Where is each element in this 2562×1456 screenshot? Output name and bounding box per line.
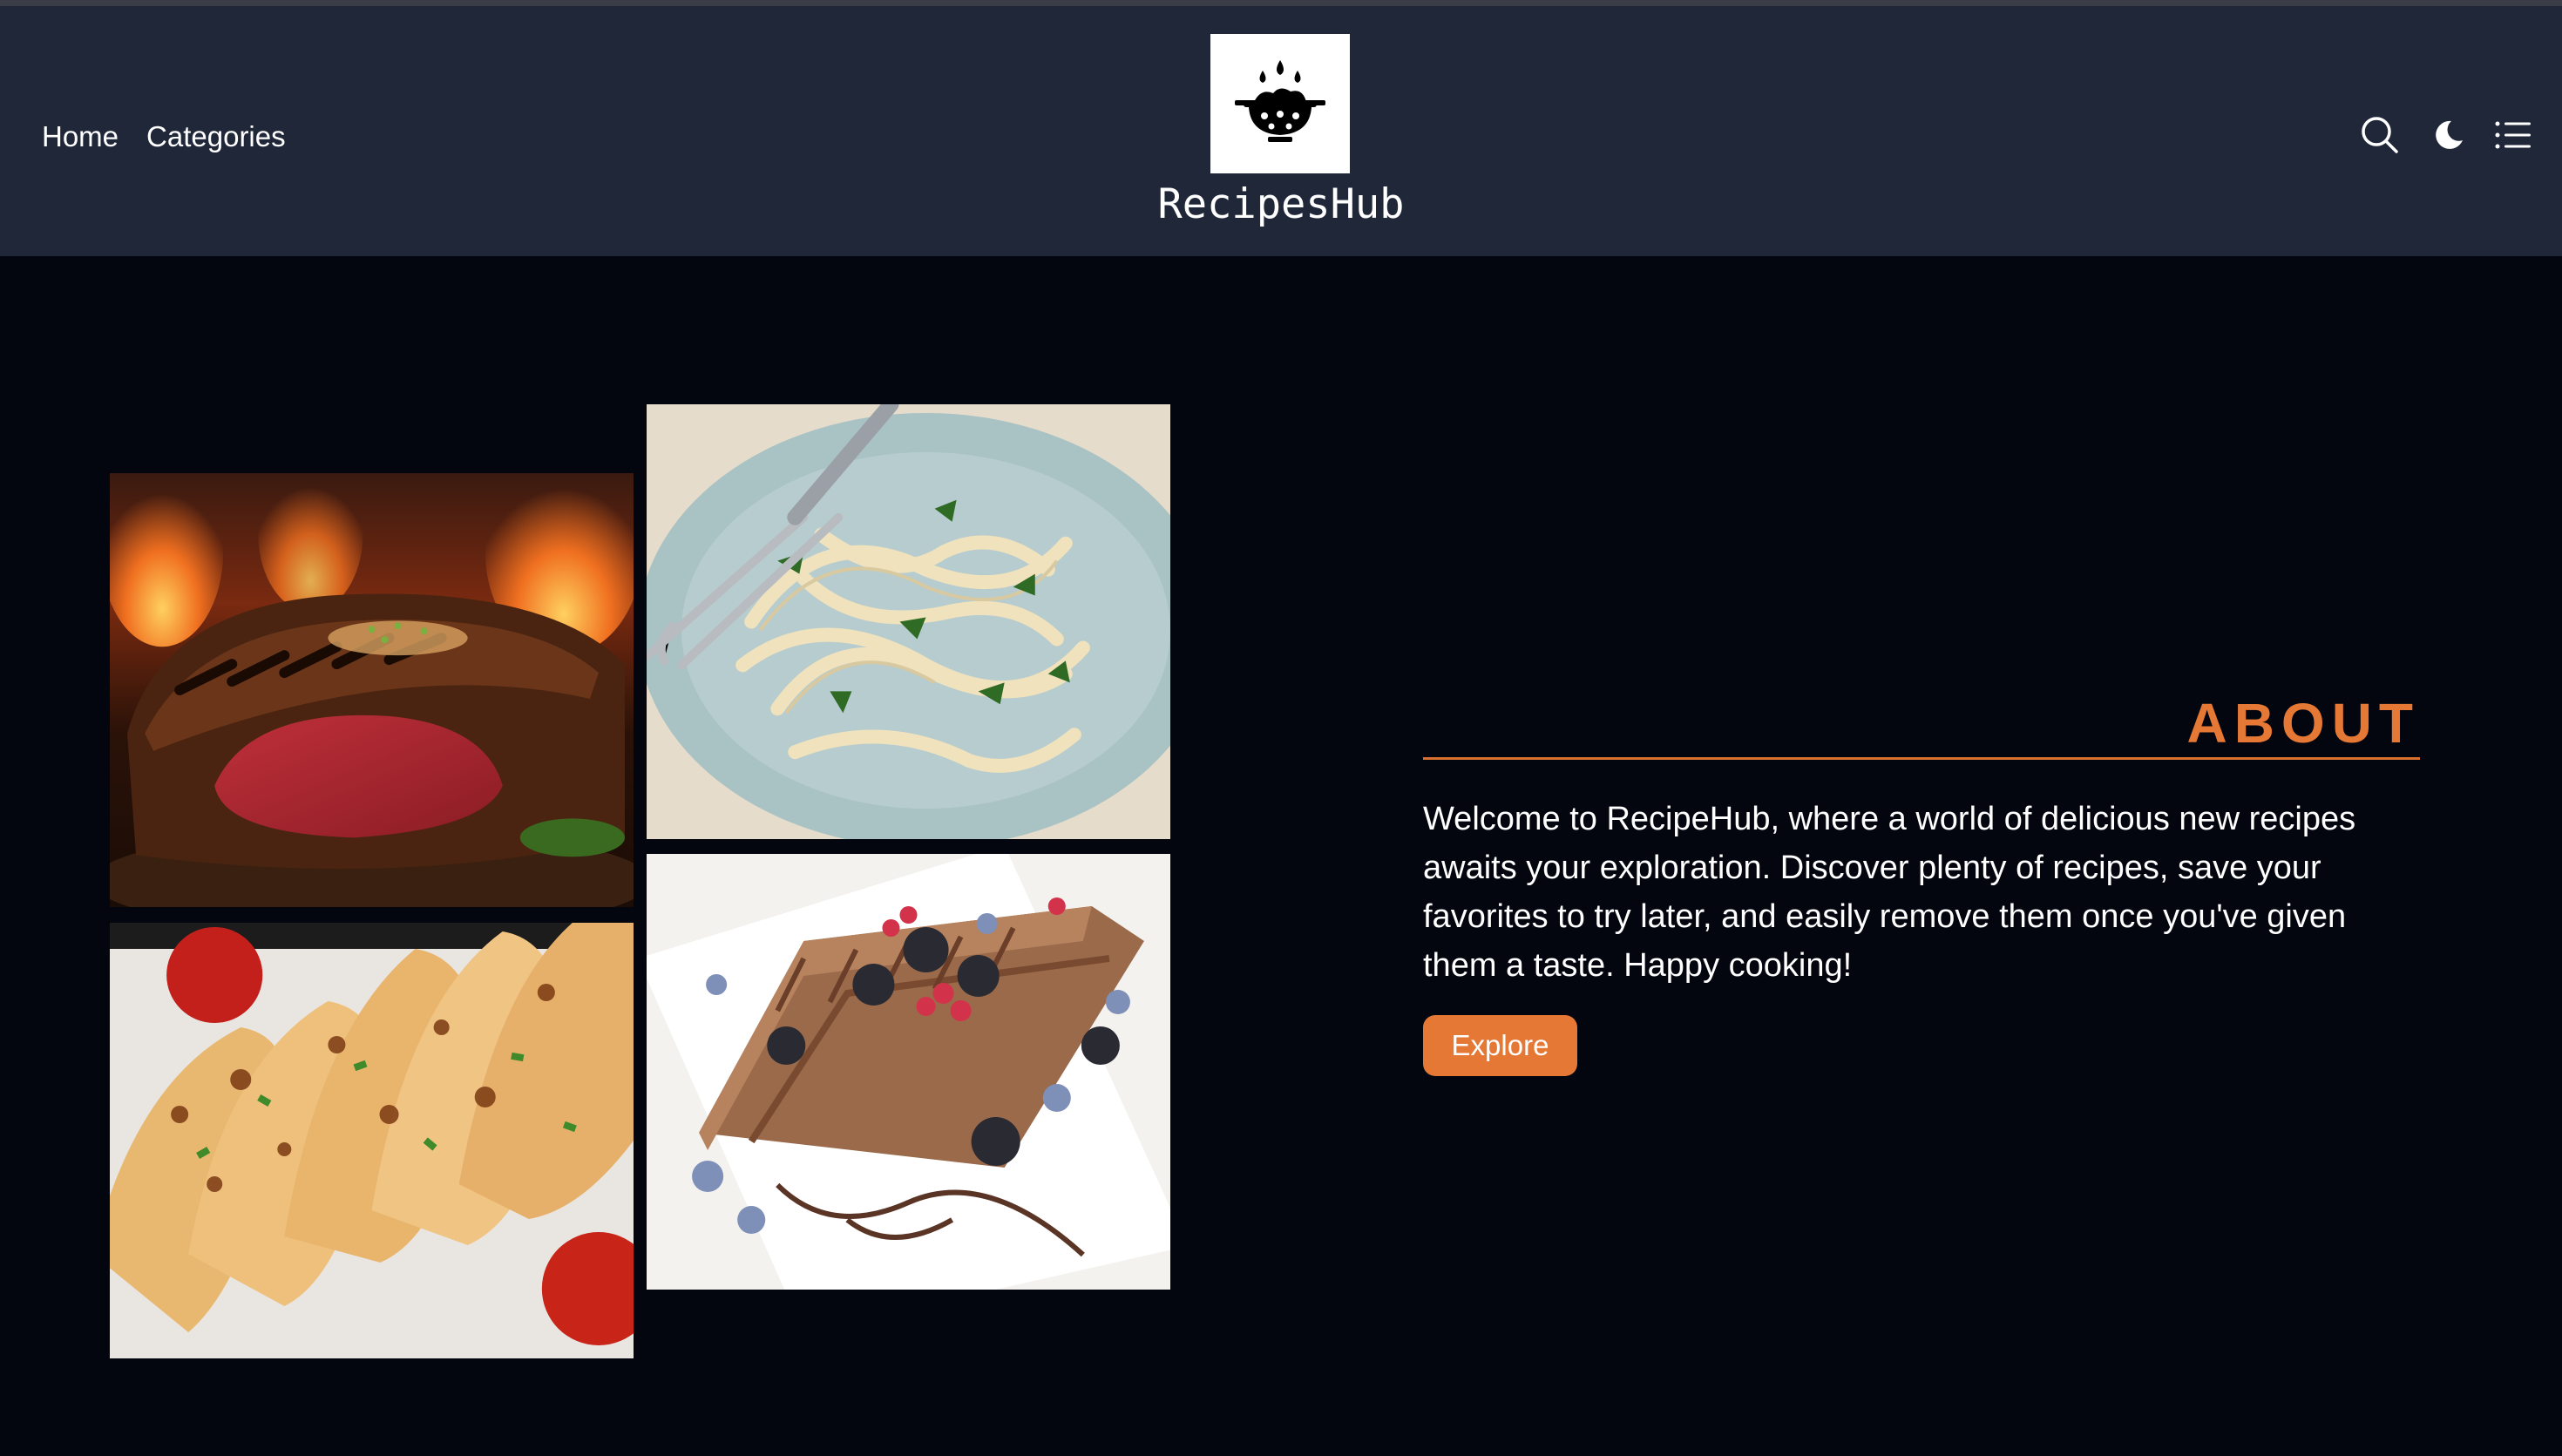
explore-button[interactable]: Explore [1423,1015,1577,1076]
brand-name[interactable]: RecipesHub [1107,177,1455,233]
dessert-photo [647,854,1170,1290]
moon-icon[interactable] [2425,112,2470,158]
nav-home-link[interactable]: Home [42,114,119,159]
colander-bowl-icon [1235,60,1325,142]
steak-photo [110,473,634,907]
site-logo[interactable] [1210,34,1350,173]
window-top-border [0,0,2562,6]
about-divider [1423,757,2420,760]
list-menu-icon[interactable] [2490,112,2535,158]
about-title: ABOUT [2186,692,2420,755]
about-description: Welcome to RecipeHub, where a world of d… [1423,801,2356,984]
site-header: Home Categories RecipesHub [0,6,2562,256]
search-button [159,116,204,161]
pasta-photo [647,404,1170,839]
search-icon[interactable] [2357,112,2403,158]
chicken-photo [110,923,634,1358]
